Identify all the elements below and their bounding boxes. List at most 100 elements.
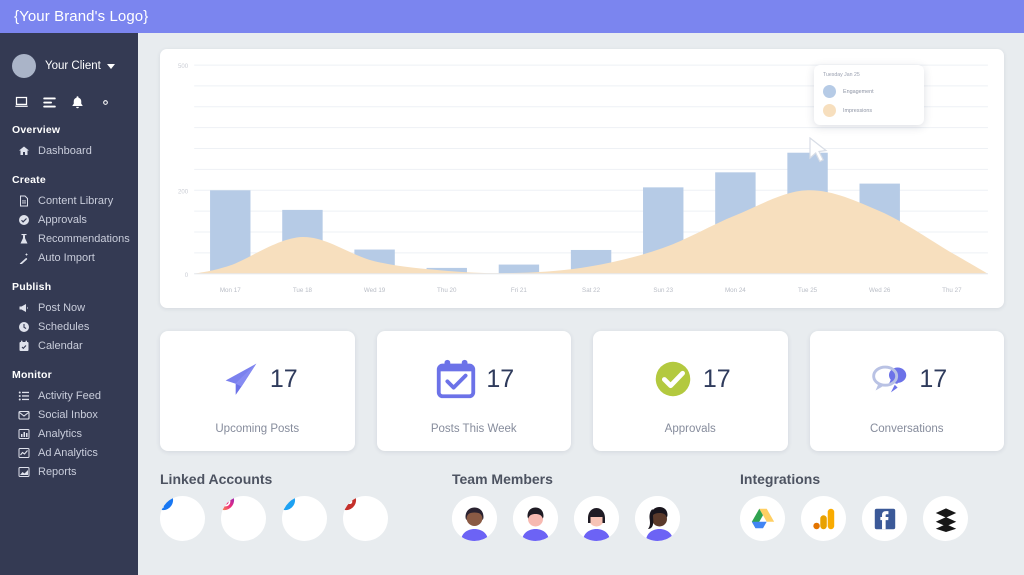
integrations-section: Integrations [740, 471, 1004, 541]
sidebar-item-label: Approvals [38, 213, 87, 226]
team-member-1[interactable] [452, 496, 497, 541]
stat-card-posts-this-week[interactable]: 17 Posts This Week [376, 331, 571, 451]
document-icon [20, 195, 28, 206]
svg-text:Thu 27: Thu 27 [942, 287, 962, 294]
sidebar-item-label: Analytics [38, 427, 83, 440]
linked-account-twitter[interactable] [282, 496, 327, 541]
bar-chart-icon [18, 428, 30, 439]
linked-accounts-section: Linked Accounts [160, 471, 452, 541]
linked-accounts-title: Linked Accounts [160, 471, 273, 487]
svg-text:Wed 19: Wed 19 [364, 287, 386, 294]
sidebar-item-recommendations[interactable]: Recommendations [0, 229, 138, 248]
stat-value: 17 [702, 364, 731, 393]
sidebar-item-label: Ad Analytics [38, 446, 98, 459]
avatar [635, 496, 680, 541]
clock-icon [19, 321, 29, 332]
stat-label: Upcoming Posts [215, 423, 300, 435]
legend-swatch-engagement [823, 85, 836, 98]
stat-card-upcoming-posts[interactable]: 17 Upcoming Posts [160, 331, 355, 451]
linked-account-youtube[interactable] [343, 496, 388, 541]
sidebar-item-schedules[interactable]: Schedules [0, 317, 138, 336]
team-member-2[interactable] [513, 496, 558, 541]
linked-account-instagram[interactable] [221, 496, 266, 541]
nav-group-title-create: Create [12, 174, 46, 186]
sidebar-item-approvals[interactable]: Approvals [0, 210, 138, 229]
stat-label: Conversations [869, 423, 944, 435]
avatar [513, 496, 558, 541]
sidebar-item-ad-analytics[interactable]: Ad Analytics [0, 443, 138, 462]
google-analytics-icon [812, 508, 834, 529]
flask-icon [20, 233, 28, 243]
stat-main: 17 [217, 353, 298, 405]
team-members-section: Team Members [452, 471, 740, 541]
magic-wand-icon [19, 252, 28, 264]
google-drive-icon [751, 508, 774, 528]
svg-text:Fri 21: Fri 21 [511, 287, 527, 294]
sidebar-item-label: Recommendations [38, 232, 130, 245]
team-member-4[interactable] [635, 496, 680, 541]
integration-google-drive[interactable] [740, 496, 785, 541]
team-members-title: Team Members [452, 471, 553, 487]
svg-text:Tue 18: Tue 18 [293, 287, 313, 294]
stat-card-conversations[interactable]: 17 Conversations [809, 331, 1004, 451]
stat-label: Approvals [664, 423, 716, 435]
sidebar-item-content-library[interactable]: Content Library [0, 191, 138, 210]
team-member-3[interactable] [574, 496, 619, 541]
legend-swatch-impressions [823, 104, 836, 117]
check-circle-icon [19, 214, 29, 225]
stat-value: 17 [486, 364, 515, 393]
sidebar-item-label: Schedules [38, 320, 90, 333]
svg-text:Mon 17: Mon 17 [220, 287, 241, 294]
svg-text:Sat 22: Sat 22 [582, 287, 601, 294]
sidebar-item-post-now[interactable]: Post Now [0, 298, 138, 317]
gear-icon[interactable] [98, 95, 113, 110]
svg-text:Wed 26: Wed 26 [869, 287, 891, 294]
home-icon [19, 146, 29, 155]
svg-text:0: 0 [185, 273, 189, 279]
sidebar-item-label: Auto Import [38, 251, 95, 264]
instagram-icon [221, 496, 235, 511]
svg-text:200: 200 [178, 189, 189, 195]
stat-main: 17 [650, 353, 731, 405]
list-icon[interactable] [42, 95, 57, 110]
sidebar-item-auto-import[interactable]: Auto Import [0, 248, 138, 267]
legend-label-engagement: Engagement [843, 88, 874, 95]
integration-buffer[interactable] [923, 496, 968, 541]
facebook-icon [160, 496, 174, 511]
sidebar-item-calendar[interactable]: Calendar [0, 336, 138, 355]
svg-text:500: 500 [178, 64, 189, 70]
sidebar-item-dashboard[interactable]: Dashboard [0, 141, 138, 160]
analytics-chart-card: 0 200 500 Mon 17 Tue 18 Wed 19 Thu 20 Fri 21 Sat… [160, 49, 1004, 308]
calendar-check-icon [437, 359, 476, 399]
nav-group-title-publish: Publish [12, 281, 52, 293]
tooltip-title: Tuesday Jan 25 [823, 72, 860, 78]
linked-account-facebook[interactable] [160, 496, 205, 541]
integrations-title: Integrations [740, 471, 821, 487]
mouse-cursor-icon [809, 137, 828, 163]
sidebar-item-reports[interactable]: Reports [0, 462, 138, 481]
integration-google-analytics[interactable] [801, 496, 846, 541]
linked-accounts-list [160, 496, 452, 541]
bell-icon[interactable] [70, 95, 85, 110]
sidebar-item-social-inbox[interactable]: Social Inbox [0, 405, 138, 424]
check-circle-icon [655, 361, 691, 397]
svg-text:Sun 23: Sun 23 [653, 287, 673, 294]
twitter-icon [282, 496, 296, 511]
svg-text:Mon 24: Mon 24 [725, 287, 746, 294]
stat-main: 17 [433, 353, 514, 405]
sidebar-item-label: Post Now [38, 301, 86, 314]
sidebar: Your Client Overview Dashboard Create Co… [0, 33, 138, 575]
sidebar-item-label: Dashboard [38, 144, 92, 157]
sidebar-item-label: Calendar [38, 339, 83, 352]
laptop-icon[interactable] [14, 95, 29, 110]
client-switcher[interactable]: Your Client [0, 49, 138, 83]
stats-row: 17 Upcoming Posts 17 Posts This Week 17 … [160, 331, 1004, 451]
sidebar-quick-icons [0, 83, 138, 110]
paper-plane-icon [225, 363, 257, 395]
integration-facebook[interactable] [862, 496, 907, 541]
stat-value: 17 [269, 364, 298, 393]
body-row: Your Client Overview Dashboard Create Co… [0, 33, 1024, 575]
sidebar-item-activity-feed[interactable]: Activity Feed [0, 386, 138, 405]
sidebar-item-analytics[interactable]: Analytics [0, 424, 138, 443]
stat-card-approvals[interactable]: 17 Approvals [593, 331, 788, 451]
